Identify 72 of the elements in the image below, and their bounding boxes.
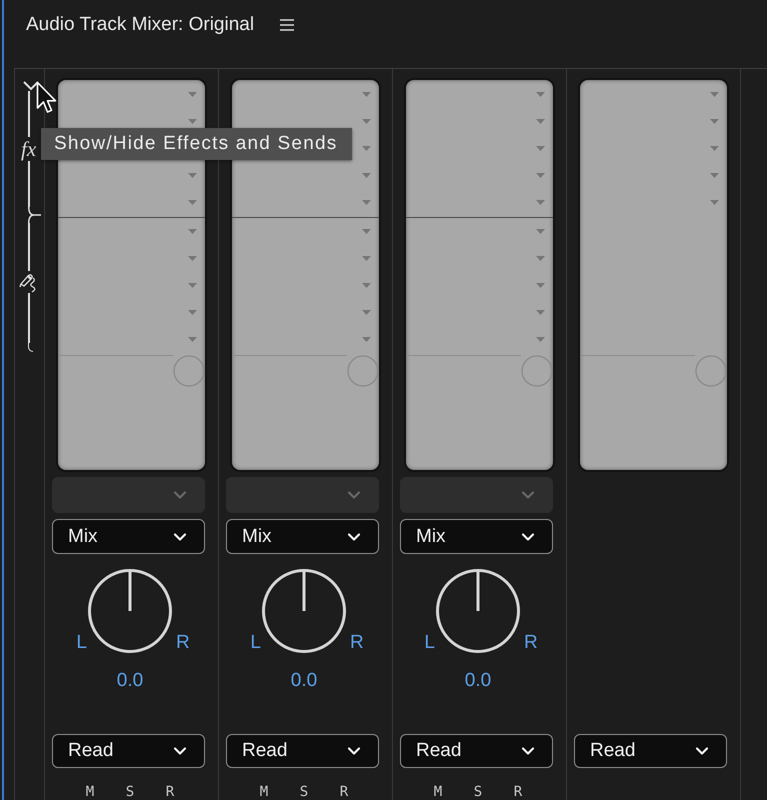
pan-left-label: L (424, 633, 435, 653)
automation-dropdown[interactable]: Read (52, 734, 205, 768)
ring-icon (173, 355, 205, 387)
pan-right-label: R (176, 633, 190, 653)
mode-dropdown[interactable]: Mix (52, 519, 205, 554)
chevron-icon[interactable] (23, 81, 39, 91)
triangle-icon[interactable] (362, 119, 371, 124)
triangle-icon[interactable] (536, 146, 545, 151)
triangle-icon[interactable] (362, 146, 371, 151)
pan-value: 0.0 (464, 671, 492, 691)
triangle-icon[interactable] (536, 200, 545, 205)
mode-dropdown[interactable]: Mix (226, 519, 379, 554)
pan-value: 0.0 (290, 671, 318, 691)
mute-button[interactable]: M (252, 784, 276, 800)
triangle-icon[interactable] (536, 173, 545, 178)
triangle-icon[interactable] (362, 310, 371, 315)
triangle-icon[interactable] (188, 283, 197, 288)
triangle-icon[interactable] (710, 119, 719, 124)
menu-icon[interactable] (280, 19, 294, 31)
triangle-icon[interactable] (188, 119, 197, 124)
record-button[interactable]: R (158, 784, 182, 800)
triangle-icon[interactable] (710, 200, 719, 205)
triangle-icon[interactable] (536, 337, 545, 342)
solo-button[interactable]: S (118, 784, 142, 800)
mode-dropdown[interactable]: Mix (400, 519, 553, 554)
automation-dropdown[interactable]: Read (574, 734, 727, 768)
triangle-icon[interactable] (188, 229, 197, 234)
triangle-icon[interactable] (362, 200, 371, 205)
triangle-icon[interactable] (710, 173, 719, 178)
triangle-icon[interactable] (362, 337, 371, 342)
triangle-icon[interactable] (710, 92, 719, 97)
triangle-icon[interactable] (362, 92, 371, 97)
triangle-icon[interactable] (362, 256, 371, 261)
pan-left-label: L (250, 633, 261, 653)
triangle-icon[interactable] (362, 229, 371, 234)
triangle-icon[interactable] (188, 337, 197, 342)
triangle-icon[interactable] (536, 229, 545, 234)
pan-right-label: R (524, 633, 538, 653)
ring-icon (347, 355, 379, 387)
triangle-icon[interactable] (536, 119, 545, 124)
triangle-icon[interactable] (188, 200, 197, 205)
triangle-icon[interactable] (536, 92, 545, 97)
solo-button[interactable]: S (466, 784, 490, 800)
record-button[interactable]: R (506, 784, 530, 800)
pan-left-label: L (76, 633, 87, 653)
cursor-icon (36, 81, 58, 115)
triangle-icon[interactable] (710, 146, 719, 151)
automation-dropdown[interactable]: Read (400, 734, 553, 768)
record-button[interactable]: R (332, 784, 356, 800)
pan-knob[interactable] (88, 569, 172, 653)
pan-knob[interactable] (262, 569, 346, 653)
mute-button[interactable]: M (426, 784, 450, 800)
triangle-icon[interactable] (188, 256, 197, 261)
panel-title: Audio Track Mixer: Original (26, 13, 254, 37)
tooltip: Show/Hide Effects and Sends (41, 128, 352, 160)
triangle-icon[interactable] (188, 92, 197, 97)
triangle-icon[interactable] (536, 310, 545, 315)
triangle-icon[interactable] (362, 173, 371, 178)
automation-dropdown[interactable]: Read (226, 734, 379, 768)
triangle-icon[interactable] (188, 310, 197, 315)
ring-icon (695, 355, 727, 387)
mute-button[interactable]: M (78, 784, 102, 800)
pan-right-label: R (350, 633, 364, 653)
triangle-icon[interactable] (536, 256, 545, 261)
triangle-icon[interactable] (362, 283, 371, 288)
pan-value: 0.0 (116, 671, 144, 691)
effects-label: fx (21, 138, 36, 160)
ring-icon (521, 355, 553, 387)
pan-knob[interactable] (436, 569, 520, 653)
solo-button[interactable]: S (292, 784, 316, 800)
triangle-icon[interactable] (188, 173, 197, 178)
triangle-icon[interactable] (536, 283, 545, 288)
